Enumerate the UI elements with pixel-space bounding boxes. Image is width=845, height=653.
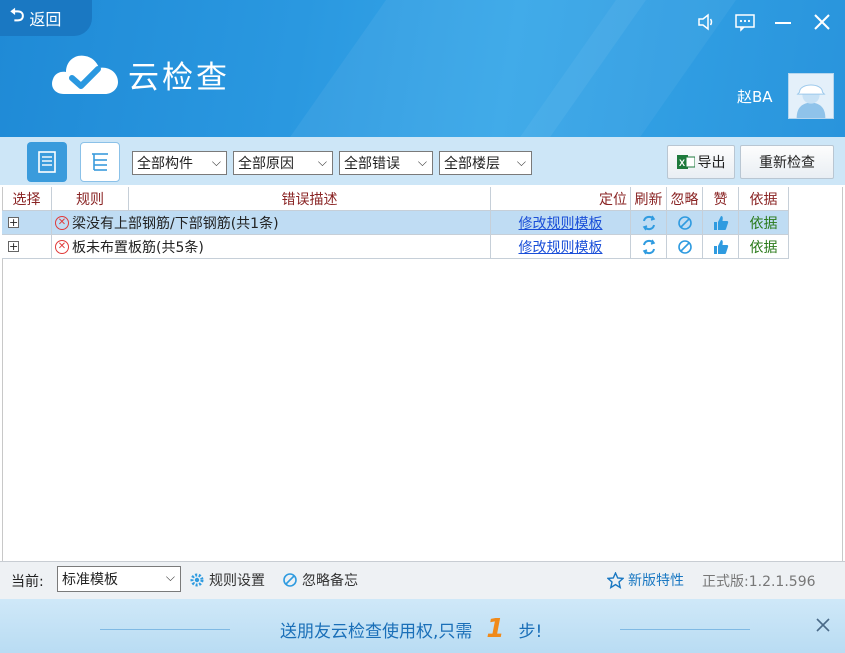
tree-view-icon (92, 153, 108, 171)
ignore-notes-button[interactable]: 忽略备忘 (282, 570, 358, 590)
recheck-button[interactable]: 重新检查 (740, 145, 834, 179)
column-header-ignore[interactable]: 忽略 (667, 187, 703, 211)
promo-text: 送朋友云检查使用权,只需 1 步! (280, 614, 542, 644)
cloud-check-logo-icon (52, 55, 118, 94)
refresh-icon[interactable] (641, 239, 657, 255)
excel-icon: X (676, 155, 695, 169)
thumbs-up-icon[interactable] (713, 215, 729, 231)
new-features-link[interactable]: 新版特性 (607, 570, 684, 590)
ignore-notes-label: 忽略备忘 (302, 573, 358, 589)
svg-text:X: X (679, 158, 685, 168)
column-header-rule[interactable]: 规则 (52, 187, 129, 211)
chevron-down-icon: ⌵ (516, 155, 526, 169)
edit-rule-template-link[interactable]: 修改规则模板 (519, 237, 603, 257)
list-view-button[interactable] (27, 142, 67, 182)
component-filter-value: 全部构件 (137, 156, 193, 172)
close-icon[interactable] (812, 12, 832, 32)
refresh-icon[interactable] (641, 215, 657, 231)
list-view-icon (38, 151, 56, 173)
back-label: 返回 (29, 10, 62, 29)
recheck-label: 重新检查 (759, 155, 815, 171)
chevron-down-icon: ⌵ (165, 570, 175, 584)
current-template-label: 当前: (11, 574, 44, 590)
expand-toggle[interactable]: + (8, 241, 19, 252)
template-select-value: 标准模板 (62, 572, 118, 588)
back-button[interactable]: ⮌ 返回 (0, 0, 92, 36)
export-button[interactable]: X 导出 (667, 145, 735, 179)
gear-icon (190, 573, 204, 587)
edit-rule-template-link[interactable]: 修改规则模板 (519, 213, 603, 233)
error-icon: ✕ (55, 215, 69, 230)
rule-settings-label: 规则设置 (209, 573, 265, 589)
column-header-refresh[interactable]: 刷新 (631, 187, 667, 211)
speaker-icon[interactable] (696, 12, 716, 32)
floor-filter-select[interactable]: 全部楼层 ⌵ (439, 151, 532, 175)
column-header-like[interactable]: 赞 (703, 187, 739, 211)
column-header-basis[interactable]: 依据 (739, 187, 789, 211)
column-header-select[interactable]: 选择 (2, 187, 52, 211)
column-header-description[interactable]: 错误描述 (129, 187, 491, 211)
error-filter-value: 全部错误 (344, 156, 400, 172)
back-arrow-icon: ⮌ (10, 5, 25, 26)
floor-filter-value: 全部楼层 (444, 156, 500, 172)
promo-text-before: 送朋友云检查使用权,只需 (280, 622, 473, 642)
username: 赵BA (737, 88, 773, 106)
chevron-down-icon: ⌵ (317, 155, 327, 169)
column-header-locate[interactable]: 定位 (491, 187, 631, 211)
basis-link[interactable]: 依据 (750, 237, 778, 257)
chevron-down-icon: ⌵ (417, 155, 427, 169)
avatar-icon[interactable] (788, 73, 834, 119)
component-filter-select[interactable]: 全部构件 ⌵ (132, 151, 227, 175)
thumbs-up-icon[interactable] (713, 239, 729, 255)
export-label: 导出 (697, 155, 726, 171)
table-row[interactable]: + ✕ 梁没有上部钢筋/下部钢筋(共1条) 修改规则模板 依据 (2, 211, 789, 235)
basis-link[interactable]: 依据 (750, 213, 778, 233)
ignore-icon[interactable] (677, 239, 693, 255)
reason-filter-select[interactable]: 全部原因 ⌵ (233, 151, 333, 175)
table-row[interactable]: + ✕ 板未布置板筋(共5条) 修改规则模板 依据 (2, 235, 789, 259)
ignore-icon[interactable] (677, 215, 693, 231)
minimize-icon[interactable] (773, 12, 793, 32)
expand-toggle[interactable]: + (8, 217, 19, 228)
app-title: 云检查 (128, 60, 230, 96)
rule-description: 板未布置板筋(共5条) (72, 239, 204, 256)
template-select[interactable]: 标准模板 ⌵ (57, 566, 181, 592)
promo-steps-number: 1 (486, 614, 505, 644)
close-icon[interactable] (815, 617, 831, 633)
rule-settings-button[interactable]: 规则设置 (189, 570, 265, 590)
error-icon: ✕ (55, 239, 69, 254)
message-icon[interactable] (734, 12, 756, 32)
ignore-icon (283, 573, 297, 587)
promo-text-after: 步! (518, 622, 543, 642)
star-icon (607, 571, 624, 589)
new-features-label: 新版特性 (628, 573, 684, 589)
version-label: 正式版:1.2.1.596 (702, 574, 816, 590)
chevron-down-icon: ⌵ (211, 155, 221, 169)
promo-banner[interactable]: 送朋友云检查使用权,只需 1 步! (0, 599, 845, 653)
reason-filter-value: 全部原因 (238, 156, 294, 172)
error-filter-select[interactable]: 全部错误 ⌵ (339, 151, 433, 175)
rule-description: 梁没有上部钢筋/下部钢筋(共1条) (72, 215, 279, 232)
tree-view-button[interactable] (80, 142, 120, 182)
title-bar (0, 0, 845, 137)
